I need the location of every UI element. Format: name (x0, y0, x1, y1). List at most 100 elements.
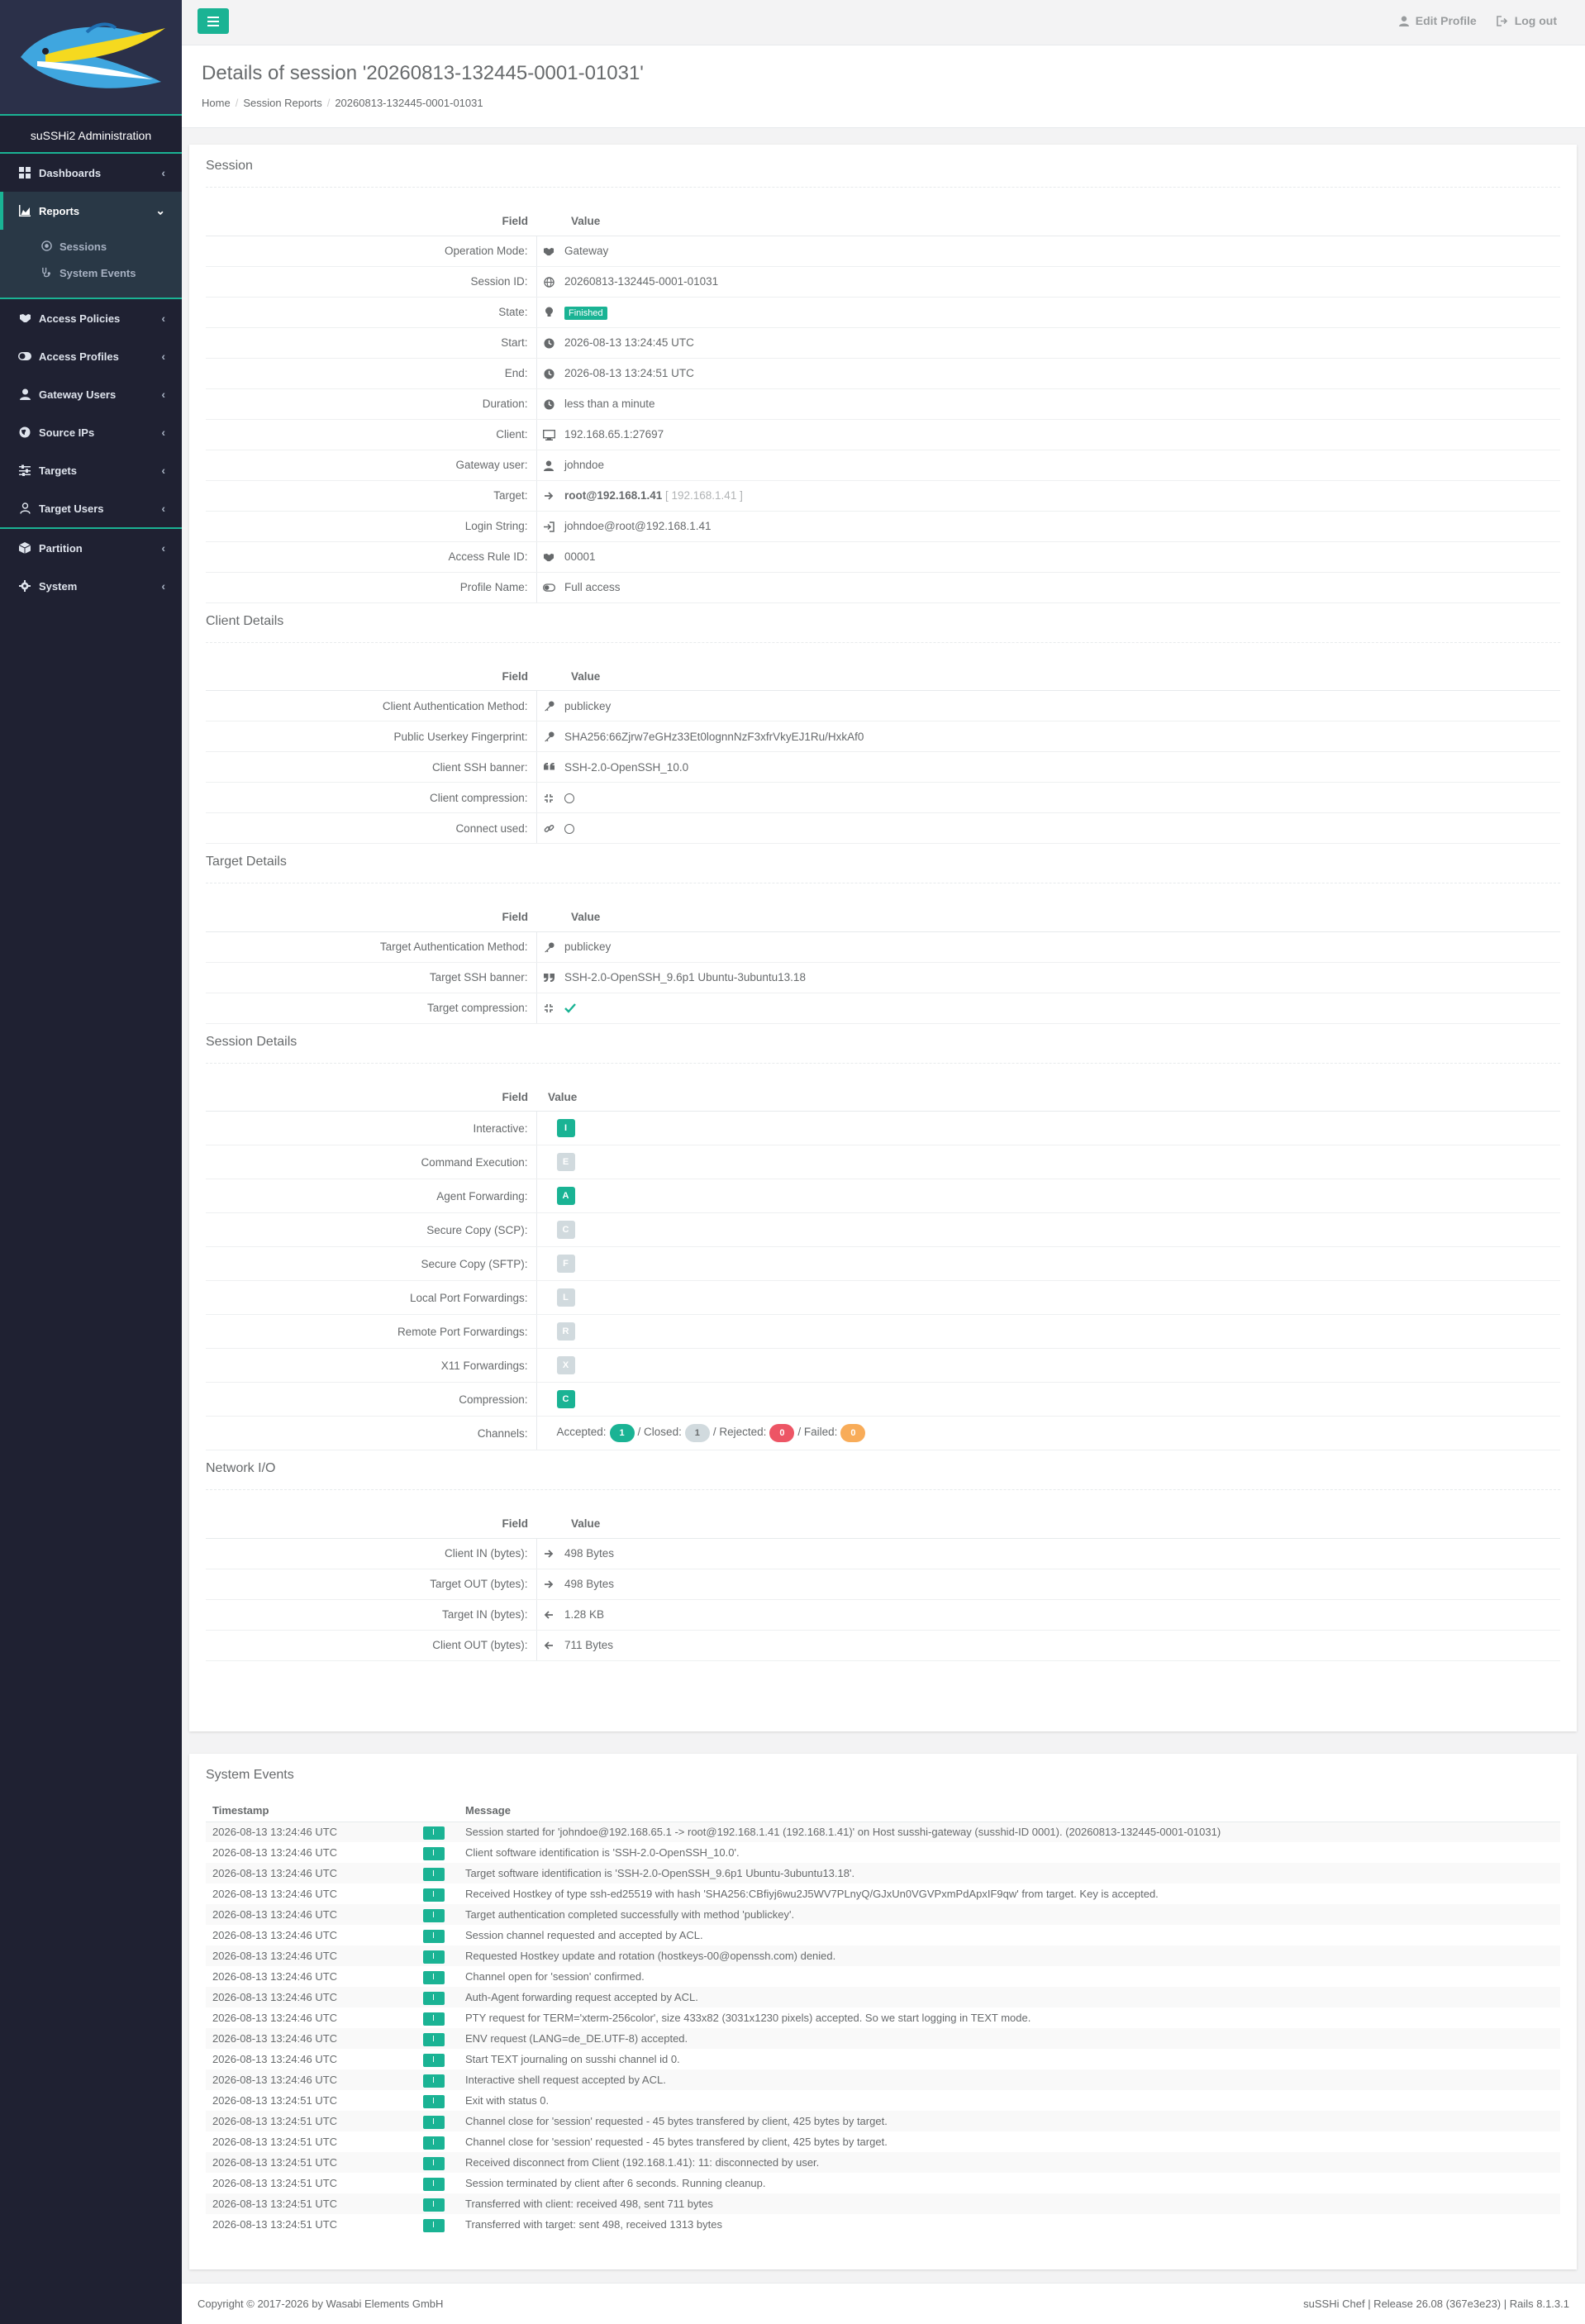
table-row: Client OUT (bytes): 711 Bytes (206, 1630, 1560, 1661)
table-row: 2026-08-13 13:24:51 UTC I Transferred with… (206, 2214, 1560, 2235)
info-level-badge: I (422, 1826, 445, 1840)
field-label: Target Authentication Method: (206, 931, 537, 963)
row-icon-cell (536, 572, 561, 603)
check-icon (564, 1003, 576, 1014)
value-text: 498 Bytes (564, 1578, 615, 1590)
table-row: 2026-08-13 13:24:46 UTC I Target software … (206, 1863, 1560, 1883)
table-row: Secure Copy (SFTP): F (206, 1246, 1560, 1281)
field-label: Secure Copy (SFTP): (206, 1246, 537, 1281)
field-value: L (536, 1280, 1560, 1315)
feature-flag-badge: L (556, 1288, 575, 1307)
field-label: Command Execution: (206, 1145, 537, 1179)
table-row: Client Authentication Method: publickey (206, 690, 1560, 721)
field-label: X11 Forwardings: (206, 1348, 537, 1383)
sidebar-item-access-profiles[interactable]: Access Profiles ‹ (0, 337, 182, 375)
field-label: Compression: (206, 1382, 537, 1417)
info-level-badge: I (422, 1908, 445, 1922)
handshake-icon (543, 552, 555, 563)
session-details-panel: Session Field Value Operation Mode: Gatewa… (189, 145, 1577, 1731)
row-icon-cell (536, 388, 561, 420)
system-events-panel: System Events Timestamp Message 2026-08-… (189, 1754, 1577, 2269)
event-level-cell: I (408, 1904, 459, 1925)
info-level-badge: I (422, 2094, 445, 2108)
event-timestamp: 2026-08-13 13:24:51 UTC (206, 2152, 408, 2173)
field-label: Profile Name: (206, 572, 537, 603)
field-label: Login String: (206, 511, 537, 542)
sign-out-icon (1496, 15, 1507, 26)
field-value: 498 Bytes (561, 1538, 1560, 1569)
handshake-icon (18, 312, 31, 325)
toggle-icon (542, 583, 555, 593)
event-timestamp: 2026-08-13 13:24:51 UTC (212, 2136, 338, 2148)
message-header: Message (459, 1800, 1560, 1822)
key-icon (544, 701, 555, 712)
table-row: Profile Name: Full access (206, 572, 1560, 603)
target-details-table: Field Value Target Authentication Method:… (206, 903, 1560, 1024)
field-label: Target: (206, 480, 537, 512)
page-heading: Details of session '20260813-132445-0001… (182, 45, 1585, 128)
breadcrumb-home[interactable]: Home (202, 97, 231, 109)
event-timestamp: 2026-08-13 13:24:51 UTC (212, 2177, 338, 2189)
event-message: Interactive shell request accepted by AC… (459, 2069, 1560, 2090)
table-row: X11 Forwardings: X (206, 1348, 1560, 1383)
system-events-table: Timestamp Message 2026-08-13 13:24:46 UT… (206, 1800, 1560, 2235)
event-timestamp: 2026-08-13 13:24:46 UTC (206, 2028, 408, 2049)
sidebar-item-partition[interactable]: Partition ‹ (0, 529, 182, 567)
event-level-cell: I (408, 2007, 459, 2028)
field-value: I (536, 1111, 1560, 1145)
table-row: Operation Mode: Gateway (206, 236, 1560, 267)
event-message: Received disconnect from Client (192.168… (459, 2152, 1560, 2173)
info-level-badge: I (422, 2136, 445, 2150)
rejected-label: / Rejected: (712, 1426, 767, 1438)
fish-logo-icon (21, 22, 165, 88)
field-label: Connect used: (206, 812, 537, 844)
sidebar-item-dashboards[interactable]: Dashboards ‹ (0, 154, 182, 192)
field-value: 00001 (561, 541, 1560, 573)
field-value: 711 Bytes (561, 1630, 1560, 1661)
info-level-badge: I (422, 1950, 445, 1964)
breadcrumb-current: 20260813-132445-0001-01031 (335, 97, 483, 109)
table-row: Client compression: (206, 782, 1560, 813)
field-label: Local Port Forwardings: (206, 1280, 537, 1315)
sidebar-item-label: Reports (39, 204, 80, 217)
menu-toggle-button[interactable] (198, 8, 229, 34)
event-message: Transferred with target: sent 498, recei… (465, 2218, 722, 2231)
sidebar-item-targets[interactable]: Targets ‹ (0, 451, 182, 489)
field-label: Client compression: (206, 782, 537, 813)
section-title: System Events (206, 1768, 294, 1782)
sidebar-item-gateway-users[interactable]: Gateway Users ‹ (0, 375, 182, 413)
event-level-cell: I (408, 2111, 459, 2131)
table-row: Target compression: (206, 993, 1560, 1024)
event-level-cell: I (408, 2069, 459, 2090)
table-row: Gateway user: johndoe (206, 450, 1560, 481)
sidebar-subitem-sessions[interactable]: Sessions (0, 233, 182, 260)
sidebar-item-access-policies[interactable]: Access Policies ‹ (0, 299, 182, 337)
sidebar-subitem-system-events[interactable]: System Events (0, 260, 182, 286)
sidebar-subitem-label: Sessions (59, 240, 107, 253)
stethoscope-icon (41, 267, 53, 279)
row-icon-cell (536, 962, 561, 993)
breadcrumb-session-reports[interactable]: Session Reports (243, 97, 321, 109)
field-label: Client IN (bytes): (206, 1538, 537, 1569)
sidebar-item-system[interactable]: System ‹ (0, 567, 182, 605)
channels-value: Accepted: 1/ Closed: 1/ Rejected: 0/ Failed… (536, 1416, 1560, 1450)
logout-link[interactable]: Log out (1496, 14, 1557, 27)
field-value: SSH-2.0-OpenSSH_10.0 (561, 751, 1560, 783)
sidebar-item-reports[interactable]: Reports ⌄ (0, 192, 182, 230)
sidebar-item-target-users[interactable]: Target Users ‹ (0, 489, 182, 527)
field-value: 1.28 KB (561, 1599, 1560, 1631)
info-level-badge: I (422, 2053, 445, 2067)
sidebar-item-label: Source IPs (39, 426, 95, 439)
row-icon-cell (536, 480, 561, 512)
sidebar-item-source-ips[interactable]: Source IPs ‹ (0, 413, 182, 451)
logo[interactable] (0, 0, 182, 114)
field-value: Gateway (561, 236, 1560, 267)
chevron-down-icon: ⌄ (155, 203, 165, 217)
sidebar-item-label: Gateway Users (39, 388, 117, 401)
session-table: Field Value Operation Mode: Gateway Session… (206, 207, 1560, 603)
field-value: 20260813-132445-0001-01031 (561, 266, 1560, 298)
edit-profile-link[interactable]: Edit Profile (1398, 14, 1477, 27)
table-row: Access Rule ID: 00001 (206, 541, 1560, 573)
table-row: 2026-08-13 13:24:46 UTC I Session started … (206, 1822, 1560, 1842)
value-text: 192.168.65.1:27697 (564, 428, 664, 441)
